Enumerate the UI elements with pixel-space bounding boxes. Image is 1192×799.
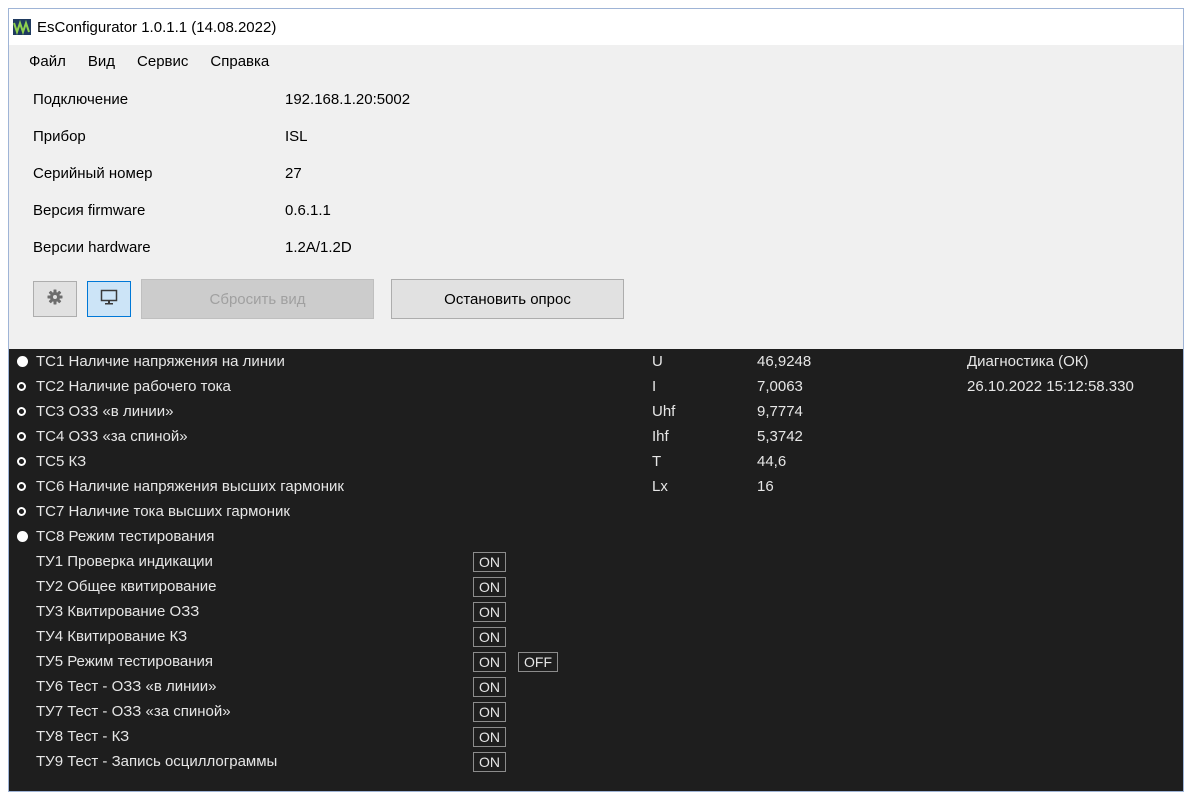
tu-row: ТУ1 Проверка индикации ON xyxy=(36,549,636,574)
param-name: U xyxy=(652,353,663,370)
status-indicator-off xyxy=(17,432,26,441)
info-value: 0.6.1.1 xyxy=(285,202,331,219)
param-name: Uhf xyxy=(652,403,676,420)
tc-label: ТС5 КЗ xyxy=(36,453,87,470)
status-indicator-off xyxy=(17,407,26,416)
tc-label: ТС3 ОЗЗ «в линии» xyxy=(36,403,174,420)
tu-label: ТУ6 Тест - ОЗЗ «в линии» xyxy=(36,678,217,695)
param-name: T xyxy=(652,453,662,470)
param-value: 46,9248 xyxy=(757,353,812,370)
monitor-view-button[interactable] xyxy=(87,281,131,317)
tu-on-button[interactable]: ON xyxy=(473,677,506,697)
info-row-connection: Подключение 192.168.1.20:5002 xyxy=(33,81,410,118)
info-value: ISL xyxy=(285,128,308,145)
gear-icon xyxy=(47,289,63,310)
menu-view[interactable]: Вид xyxy=(88,53,115,70)
tu-on-button[interactable]: ON xyxy=(473,577,506,597)
info-row-firmware: Версия firmware 0.6.1.1 xyxy=(33,192,410,229)
info-value: 27 xyxy=(285,165,302,182)
info-label: Прибор xyxy=(33,128,86,145)
app-window: EsConfigurator 1.0.1.1 (14.08.2022) Файл… xyxy=(8,8,1184,792)
title-bar: EsConfigurator 1.0.1.1 (14.08.2022) xyxy=(9,9,1183,45)
tu-label: ТУ7 Тест - ОЗЗ «за спиной» xyxy=(36,703,231,720)
tc-label: ТС4 ОЗЗ «за спиной» xyxy=(36,428,188,445)
param-value: 5,3742 xyxy=(757,428,803,445)
tc-row: ТС2 Наличие рабочего тока I 7,0063 26.10… xyxy=(17,374,1177,399)
tu-row: ТУ2 Общее квитирование ON xyxy=(36,574,636,599)
tu-label: ТУ3 Квитирование ОЗЗ xyxy=(36,603,200,620)
status-indicator-on xyxy=(17,356,28,367)
tu-row: ТУ6 Тест - ОЗЗ «в линии» ON xyxy=(36,674,636,699)
info-label: Подключение xyxy=(33,91,129,108)
status-indicator-off xyxy=(17,457,26,466)
tc-row: ТС6 Наличие напряжения высших гармоник L… xyxy=(17,474,1177,499)
tu-row: ТУ9 Тест - Запись осциллограммы ON xyxy=(36,749,636,774)
tu-row: ТУ3 Квитирование ОЗЗ ON xyxy=(36,599,636,624)
settings-button[interactable] xyxy=(33,281,77,317)
param-value: 9,7774 xyxy=(757,403,803,420)
tc-label: ТС1 Наличие напряжения на линии xyxy=(36,353,285,370)
tu-label: ТУ1 Проверка индикации xyxy=(36,553,213,570)
tu-row: ТУ7 Тест - ОЗЗ «за спиной» ON xyxy=(36,699,636,724)
tu-on-button[interactable]: ON xyxy=(473,752,506,772)
tu-off-button[interactable]: OFF xyxy=(518,652,558,672)
param-name: Ihf xyxy=(652,428,669,445)
info-label: Версии hardware xyxy=(33,239,151,256)
tu-row: ТУ8 Тест - КЗ ON xyxy=(36,724,636,749)
tu-on-button[interactable]: ON xyxy=(473,652,506,672)
status-indicator-on xyxy=(17,531,28,542)
tc-row: ТС4 ОЗЗ «за спиной» Ihf 5,3742 xyxy=(17,424,1177,449)
tu-label: ТУ4 Квитирование КЗ xyxy=(36,628,188,645)
tc-row: ТС5 КЗ T 44,6 xyxy=(17,449,1177,474)
info-value: 1.2A/1.2D xyxy=(285,239,352,256)
info-label: Серийный номер xyxy=(33,165,153,182)
info-row-serial: Серийный номер 27 xyxy=(33,155,410,192)
tc-row: ТС3 ОЗЗ «в линии» Uhf 9,7774 xyxy=(17,399,1177,424)
param-value: 16 xyxy=(757,478,774,495)
param-value: 44,6 xyxy=(757,453,787,470)
info-row-hardware: Версии hardware 1.2A/1.2D xyxy=(33,229,410,266)
app-logo-icon xyxy=(13,19,31,36)
diagnostics-status: Диагностика (ОК) xyxy=(967,353,1089,370)
tu-label: ТУ2 Общее квитирование xyxy=(36,578,217,595)
tc-row: ТС1 Наличие напряжения на линии U 46,924… xyxy=(17,349,1177,374)
device-info: Подключение 192.168.1.20:5002 Прибор ISL… xyxy=(33,81,410,266)
menu-file[interactable]: Файл xyxy=(29,53,66,70)
menu-service[interactable]: Сервис xyxy=(137,53,188,70)
status-indicator-off xyxy=(17,482,26,491)
info-label: Версия firmware xyxy=(33,202,146,219)
tc-label: ТС8 Режим тестирования xyxy=(36,528,215,545)
monitor-icon xyxy=(100,289,118,310)
tu-on-button[interactable]: ON xyxy=(473,727,506,747)
menu-bar: Файл Вид Сервис Справка xyxy=(9,45,1183,77)
tc-label: ТС6 Наличие напряжения высших гармоник xyxy=(36,478,344,495)
tc-row: ТС8 Режим тестирования xyxy=(17,524,1177,549)
tu-row: ТУ5 Режим тестирования ON OFF xyxy=(36,649,636,674)
param-name: I xyxy=(652,378,657,395)
diagnostics-timestamp: 26.10.2022 15:12:58.330 xyxy=(967,378,1134,395)
info-value: 192.168.1.20:5002 xyxy=(285,91,411,108)
window-title: EsConfigurator 1.0.1.1 (14.08.2022) xyxy=(37,18,277,36)
param-name: Lx xyxy=(652,478,668,495)
tu-on-button[interactable]: ON xyxy=(473,602,506,622)
tu-label: ТУ5 Режим тестирования xyxy=(36,653,214,670)
menu-help[interactable]: Справка xyxy=(210,53,269,70)
tu-on-button[interactable]: ON xyxy=(473,627,506,647)
tu-label: ТУ9 Тест - Запись осциллограммы xyxy=(36,753,278,770)
tu-row: ТУ4 Квитирование КЗ ON xyxy=(36,624,636,649)
stop-polling-button[interactable]: Остановить опрос xyxy=(391,279,624,319)
tc-row: ТС7 Наличие тока высших гармоник xyxy=(17,499,1177,524)
toolbar: Сбросить вид Остановить опрос xyxy=(33,279,624,319)
tu-on-button[interactable]: ON xyxy=(473,552,506,572)
tc-label: ТС7 Наличие тока высших гармоник xyxy=(36,503,290,520)
monitor-panel: ТС1 Наличие напряжения на линии U 46,924… xyxy=(9,349,1183,791)
param-value: 7,0063 xyxy=(757,378,803,395)
status-indicator-off xyxy=(17,507,26,516)
tc-label: ТС2 Наличие рабочего тока xyxy=(36,378,231,395)
tu-on-button[interactable]: ON xyxy=(473,702,506,722)
info-row-device: Прибор ISL xyxy=(33,118,410,155)
status-indicator-off xyxy=(17,382,26,391)
tu-label: ТУ8 Тест - КЗ xyxy=(36,728,130,745)
reset-view-button[interactable]: Сбросить вид xyxy=(141,279,374,319)
